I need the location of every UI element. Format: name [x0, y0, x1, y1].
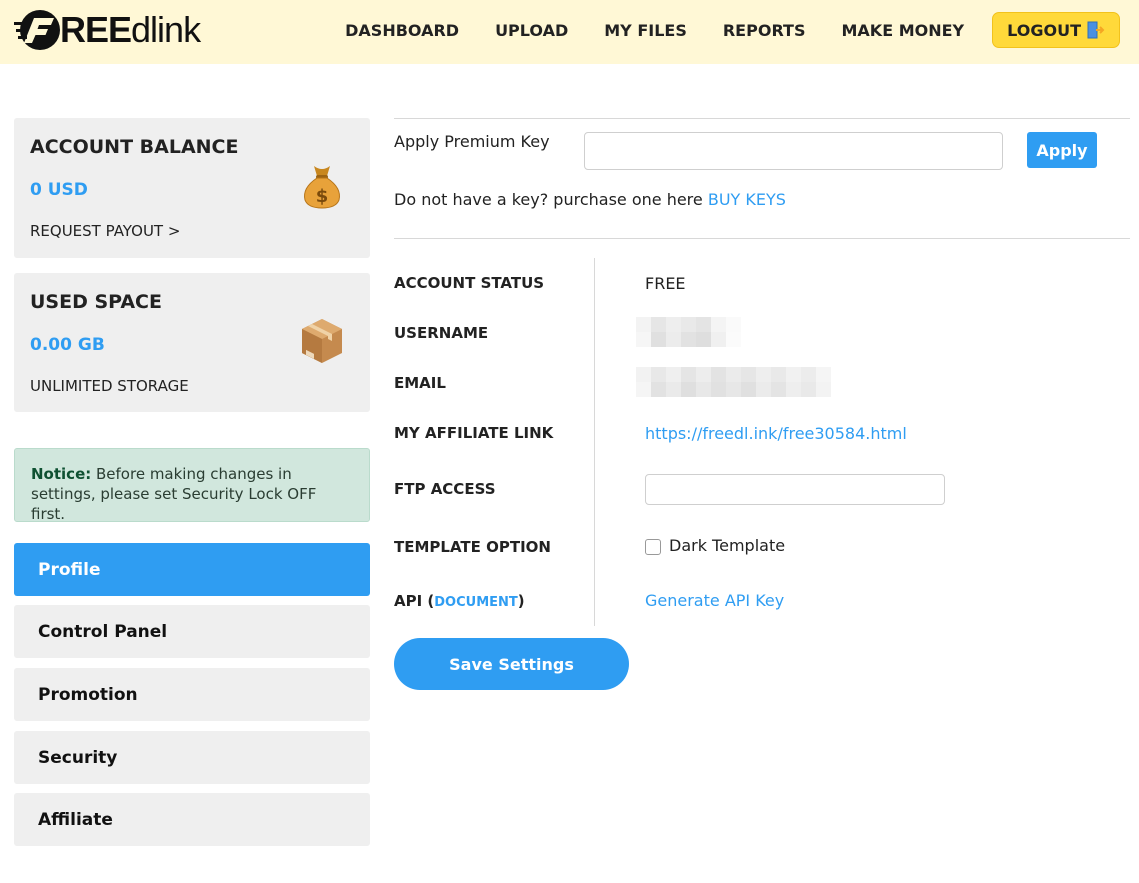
premium-key-input[interactable]: [584, 132, 1003, 170]
used-space-card: USED SPACE 0.00 GB UNLIMITED STORAGE: [14, 273, 370, 412]
menu-security[interactable]: Security: [14, 731, 370, 784]
freedlink-logo[interactable]: REEdlink: [14, 8, 201, 52]
used-space-title: USED SPACE: [30, 291, 162, 313]
nav-upload[interactable]: UPLOAD: [495, 21, 568, 40]
api-label: API (DOCUMENT): [394, 592, 525, 610]
request-payout-link[interactable]: REQUEST PAYOUT >: [30, 222, 180, 240]
nav-dashboard[interactable]: DASHBOARD: [345, 21, 459, 40]
nav-my-files[interactable]: MY FILES: [604, 21, 687, 40]
top-header: REEdlink DASHBOARD UPLOAD MY FILES REPOR…: [0, 0, 1139, 64]
affiliate-link-label: MY AFFILIATE LINK: [394, 424, 554, 442]
premium-key-label: Apply Premium Key: [394, 132, 550, 151]
api-document-link[interactable]: DOCUMENT: [434, 595, 518, 610]
dark-template-label[interactable]: Dark Template: [669, 536, 785, 555]
ftp-access-label: FTP ACCESS: [394, 480, 496, 498]
logout-door-icon: [1085, 20, 1105, 40]
account-status-label: ACCOUNT STATUS: [394, 274, 545, 292]
affiliate-link-value[interactable]: https://freedl.ink/free30584.html: [645, 424, 907, 443]
unlimited-storage-text: UNLIMITED STORAGE: [30, 377, 189, 395]
dark-template-checkbox[interactable]: [645, 539, 661, 555]
logo-f-mark-icon: [14, 8, 64, 52]
menu-profile[interactable]: Profile: [14, 543, 370, 596]
menu-affiliate[interactable]: Affiliate: [14, 793, 370, 846]
generate-api-key-link[interactable]: Generate API Key: [645, 591, 784, 610]
money-bag-icon: $: [300, 162, 344, 210]
template-option-label: TEMPLATE OPTION: [394, 538, 551, 556]
account-balance-card: ACCOUNT BALANCE 0 USD REQUEST PAYOUT > $: [14, 118, 370, 258]
email-redacted: [636, 367, 831, 397]
used-space-value: 0.00 GB: [30, 335, 105, 355]
logo-wordmark: REEdlink: [60, 9, 201, 50]
account-balance-title: ACCOUNT BALANCE: [30, 136, 239, 158]
menu-promotion[interactable]: Promotion: [14, 668, 370, 721]
nav-make-money[interactable]: MAKE MONEY: [841, 21, 964, 40]
security-notice: Notice: Before making changes in setting…: [14, 448, 370, 523]
logout-button[interactable]: LOGOUT: [992, 12, 1120, 48]
logout-label: LOGOUT: [1007, 20, 1081, 40]
account-balance-value: 0 USD: [30, 180, 88, 200]
buy-keys-text: Do not have a key? purchase one here: [394, 190, 708, 209]
nav-reports[interactable]: REPORTS: [723, 21, 806, 40]
buy-keys-line: Do not have a key? purchase one here BUY…: [394, 190, 786, 209]
package-box-icon: [300, 317, 344, 365]
divider-top: [394, 118, 1130, 119]
ftp-access-input[interactable]: [645, 474, 945, 505]
username-label: USERNAME: [394, 324, 489, 342]
username-redacted: [636, 317, 741, 347]
menu-control-panel[interactable]: Control Panel: [14, 605, 370, 658]
notice-strong: Notice:: [31, 465, 92, 483]
divider-middle: [394, 238, 1130, 239]
svg-text:$: $: [316, 186, 329, 207]
apply-button[interactable]: Apply: [1027, 132, 1097, 168]
buy-keys-link[interactable]: BUY KEYS: [708, 190, 786, 209]
save-settings-button[interactable]: Save Settings: [394, 638, 629, 690]
main-nav: DASHBOARD UPLOAD MY FILES REPORTS MAKE M…: [309, 12, 1120, 48]
email-label: EMAIL: [394, 374, 446, 392]
account-status-value: FREE: [645, 274, 686, 293]
column-divider: [594, 258, 595, 626]
